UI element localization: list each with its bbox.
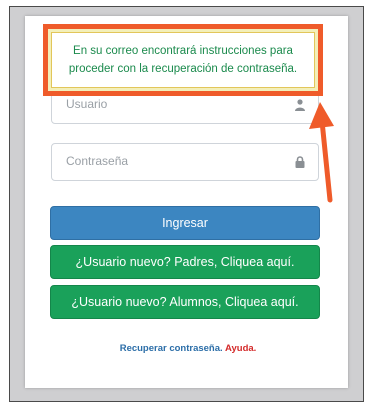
login-button[interactable]: Ingresar xyxy=(50,206,320,240)
new-parents-button[interactable]: ¿Usuario nuevo? Padres, Cliquea aquí. xyxy=(50,245,320,279)
recover-password-link[interactable]: Recuperar contraseña. xyxy=(120,343,223,354)
new-students-button[interactable]: ¿Usuario nuevo? Alumnos, Cliquea aquí. xyxy=(50,285,320,319)
footer-links: Recuperar contraseña. Ayuda. xyxy=(0,343,376,354)
help-link[interactable]: Ayuda. xyxy=(225,343,256,354)
